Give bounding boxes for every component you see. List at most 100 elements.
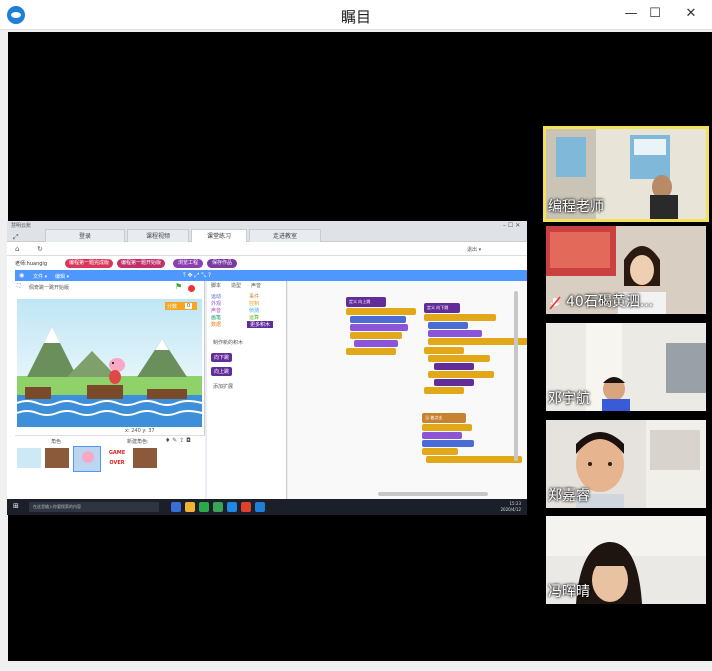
tab-costumes[interactable]: 造型 [231,282,241,289]
action-bar: 老师:huanglg 编程第一题完成版 编程第一题开始版 浏览工程 保存作品 [7,256,527,269]
tab-scripts[interactable]: 脚本 [211,282,221,289]
taskbar-app-icon-5[interactable] [241,502,251,512]
participant-name: 40石碣黄泗... [566,294,654,310]
taskbar-clock: 15:23 2020/4/12 [500,501,521,513]
block-custom-2[interactable] [434,379,474,386]
make-block-button[interactable]: 制作新的积木 [213,339,243,346]
category-control[interactable]: 控制 [249,300,259,307]
tab-enter-classroom[interactable]: 走进教室 [249,229,321,242]
block-forever[interactable] [422,448,458,455]
block-jump-down[interactable]: 向下跳 [211,353,233,362]
taskbar-app-icon-4[interactable] [227,502,237,512]
category-looks[interactable]: 外观 [211,300,221,307]
participant-tile-4[interactable]: 郑嘉睿 [546,420,706,508]
windows-start-icon[interactable]: ⊞ [13,502,19,510]
tab-course-video[interactable]: 课程视频 [127,229,189,242]
sprite-tools-icons[interactable]: ⤒ ✥ ⤢ ⤡ ? [183,272,211,280]
block-looks-3[interactable] [428,330,482,337]
participant-tile-5[interactable]: 冯晖晴 [546,516,706,604]
expand-icon[interactable]: ⤢ [13,233,19,242]
category-motion[interactable]: 运动 [211,293,221,300]
stage-coordinates: x: 240 y: 37 [125,428,155,434]
stage-canvas[interactable]: 分数 0 [17,299,202,427]
category-sensing[interactable]: 侦测 [249,307,259,314]
browser-window-controls[interactable]: – ☐ ✕ [503,222,520,229]
add-extension-button[interactable]: 添加扩展 [213,383,233,390]
fullscreen-icon[interactable]: ⛶ [17,283,21,289]
refresh-icon[interactable]: ↻ [37,245,43,253]
taskbar-wechat-icon[interactable] [213,502,223,512]
sprite-thumbnail-stone[interactable] [133,448,157,468]
minimize-button[interactable]: — [620,4,642,24]
block-motion-2[interactable] [428,322,468,329]
category-pen[interactable]: 画笔 [211,314,221,321]
action-browse-project[interactable]: 浏览工程 [173,259,203,268]
block-custom[interactable] [434,363,474,370]
participant-tile-teacher[interactable]: 编程老师 [543,126,709,222]
menu-file[interactable]: 文件 ▾ [33,273,47,280]
block-motion[interactable] [350,316,406,323]
block-wait[interactable] [422,424,472,431]
block-if[interactable] [428,338,527,345]
block-else[interactable] [424,347,464,354]
category-data[interactable]: 数据 [211,321,221,328]
close-button[interactable]: ✕ [680,4,702,24]
block-goto[interactable] [422,440,474,447]
browser-toolbar: ⌂ ↻ 退出 ▾ [7,242,527,256]
script-area: 定义 向上跳 定义 向下跳 当 被点击 [288,281,527,500]
scripts-vertical-scrollbar[interactable] [514,291,518,461]
taskbar-zhumu-icon[interactable] [255,502,265,512]
block-if-2[interactable] [428,355,490,362]
taskbar-app-icon-1[interactable] [171,502,181,512]
stage-thumbnail[interactable] [17,448,41,468]
action-complete-version[interactable]: 编程第一题完成版 [65,259,113,268]
block-repeat[interactable] [346,308,416,315]
taskbar-date: 2020/4/12 [500,507,521,512]
taskbar-app-icon-2[interactable] [185,502,195,512]
sprite-thumbnail-gameover[interactable]: GAME OVER [105,448,129,468]
block-looks-2[interactable] [354,340,398,347]
block-looks[interactable] [350,324,408,331]
block-end[interactable] [346,348,396,355]
participant-name: 编程老师 [548,199,604,215]
tab-login[interactable]: 登录 [45,229,125,242]
tab-class-practice[interactable]: 课堂练习 [191,229,247,242]
browser-tab-bar: 慧明云账 ⤢ 登录 课程视频 课堂练习 走进教室 – ☐ ✕ [7,221,527,242]
user-menu[interactable]: 退出 ▾ [467,246,481,253]
category-operators[interactable]: 运算 [249,314,259,321]
block-if-key[interactable] [426,456,522,463]
stage-scene [17,302,202,427]
category-sound[interactable]: 声音 [211,307,221,314]
tab-sounds[interactable]: 声音 [251,282,261,289]
participant-name: 冯晖晴 [548,584,590,600]
taskbar-search[interactable]: 在这里输入你要搜索的内容 [29,502,159,512]
new-sprite-icons[interactable]: ♦ ✎ ⇪ ◘ [165,437,191,444]
stop-button[interactable] [188,285,195,292]
project-title: 佩奇跳一跳开始版 [29,285,70,291]
sprite-thumbnail-peppa[interactable] [73,446,101,472]
green-flag-icon[interactable]: ⚑ [175,282,182,291]
block-end-2[interactable] [424,387,464,394]
block-if-3[interactable] [428,371,494,378]
category-events[interactable]: 事件 [249,293,259,300]
hat-when-flag-clicked[interactable]: 当 被点击 [422,413,466,423]
shared-taskbar: ⊞ 在这里输入你要搜索的内容 15:23 2020/4/12 [7,499,527,515]
block-show[interactable] [422,432,462,439]
block-control[interactable] [350,332,402,339]
action-save-work[interactable]: 保存作品 [207,259,237,268]
home-icon[interactable]: ⌂ [15,245,19,253]
taskbar-app-icon-3[interactable] [199,502,209,512]
hat-define-jump-up[interactable]: 定义 向上跳 [346,297,386,307]
hat-define-jump-down[interactable]: 定义 向下跳 [424,303,460,313]
muted-mic-icon [549,296,561,310]
block-jump-up[interactable]: 向上跳 [211,367,233,376]
action-start-version[interactable]: 编程第一题开始版 [117,259,165,268]
scripts-horizontal-scrollbar[interactable] [378,492,488,496]
category-more-blocks[interactable]: 更多积木 [247,321,274,328]
block-repeat-2[interactable] [424,314,496,321]
participant-tile-2[interactable]: 40石碣黄泗... [546,226,706,314]
participant-tile-3[interactable]: 邓宇航 [546,323,706,411]
sprite-thumbnail-1[interactable] [45,448,69,468]
maximize-button[interactable]: ☐ [644,4,666,24]
menu-edit[interactable]: 编辑 ▾ [55,273,69,280]
